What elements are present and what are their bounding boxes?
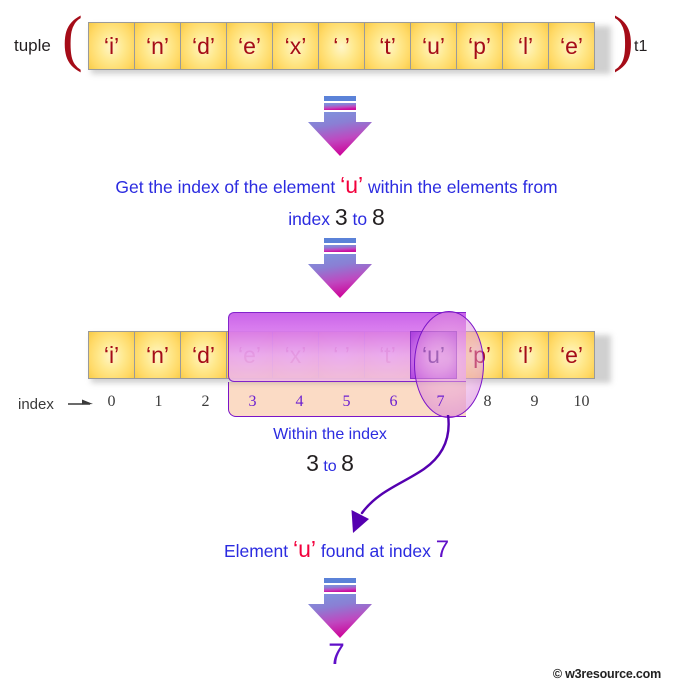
tuple-cell: ‘p’ (456, 22, 503, 70)
tuple-cell: ‘e’ (226, 22, 273, 70)
tuple-cell: ‘l’ (502, 22, 549, 70)
tuple-cell: ‘e’ (548, 22, 595, 70)
tuple-open-paren: ( (62, 5, 83, 73)
index-number: 1 (154, 393, 163, 410)
index-number: 7 (436, 393, 445, 410)
step1-line1-pre: Get the index of the element (115, 177, 341, 197)
flow-arrow-3 (306, 578, 374, 640)
tuple-label: tuple (14, 36, 51, 55)
step1-range-start: 3 (334, 204, 348, 230)
index-number: 5 (342, 393, 351, 410)
index-axis-label: index (18, 396, 54, 413)
flow-arrow-2 (306, 238, 374, 300)
watermark-footer: © w3resource.com (552, 667, 661, 681)
tuple-cell: ‘ ’ (318, 22, 365, 70)
index-number: 9 (530, 393, 539, 410)
index-number: 8 (483, 393, 492, 410)
step2-range-start: 3 (306, 450, 319, 476)
tuple-cell: ‘d’ (180, 331, 227, 379)
tuple-cell: ‘n’ (134, 331, 181, 379)
index-number: 4 (295, 393, 304, 410)
index-number: 10 (573, 393, 590, 410)
flow-arrow-1 (306, 96, 374, 158)
index-number-row: 0 1 2 3 4 5 6 7 8 9 10 (88, 393, 605, 411)
step3-found-index: 7 (435, 536, 450, 563)
step3-mid: found at index (316, 541, 436, 561)
step1-line1-post: within the elements from (363, 177, 558, 197)
step3-target-element: ‘u’ (293, 536, 317, 562)
step1-target-element: ‘u’ (340, 172, 364, 198)
tuple-cell: ‘d’ (180, 22, 227, 70)
index-number: 0 (107, 393, 116, 410)
step1-range-end: 8 (372, 204, 385, 230)
step3-text: Element ‘u’ found at index 7 (0, 536, 673, 564)
tuple-cell: ‘l’ (502, 331, 549, 379)
tuple-row-top: ‘i’ ‘n’ ‘d’ ‘e’ ‘x’ ‘ ’ ‘t’ ‘u’ ‘p’ ‘l’ ‘e’ (88, 22, 595, 70)
diagram-canvas: tuple ( ) t1 ‘i’ ‘n’ ‘d’ ‘e’ ‘x’ ‘ ’ ‘t’ ‘u’ ‘p’… (0, 0, 673, 689)
step3-pre: Element (223, 541, 293, 561)
step1-line1: Get the index of the element ‘u’ within … (0, 172, 673, 199)
tuple-cell: ‘u’ (410, 22, 457, 70)
tuple-close-paren: ) (613, 5, 634, 73)
index-number: 3 (248, 393, 257, 410)
tuple-cell: ‘n’ (134, 22, 181, 70)
index-number: 6 (389, 393, 398, 410)
index-number: 2 (201, 393, 210, 410)
tuple-cell: ‘t’ (364, 22, 411, 70)
tuple-cell: ‘i’ (88, 22, 135, 70)
step1-line2: index 3 to 8 (0, 204, 673, 231)
tuple-cell: ‘e’ (548, 331, 595, 379)
tuple-cell: ‘i’ (88, 331, 135, 379)
result-curved-arrow (320, 413, 490, 540)
step1-index-word: index (288, 209, 335, 229)
tuple-variable-name: t1 (634, 38, 648, 55)
tuple-cell: ‘x’ (272, 22, 319, 70)
step1-range-sep: to (347, 209, 373, 229)
